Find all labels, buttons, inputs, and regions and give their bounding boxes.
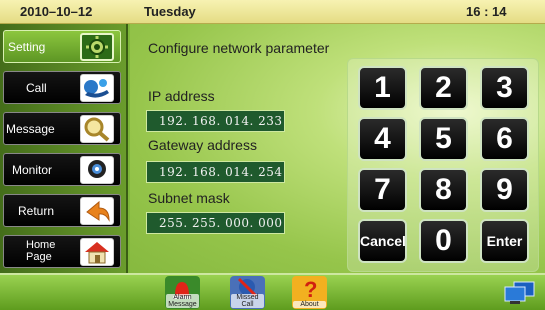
bottom-bar: Alarm Message Missed Call ? About (0, 273, 545, 310)
home-icon (80, 238, 114, 266)
sidebar-item-label: Message (6, 122, 55, 136)
key-0[interactable]: 0 (419, 219, 468, 263)
key-6[interactable]: 6 (480, 117, 529, 161)
network-config-panel: Configure network parameter IP address 1… (130, 24, 545, 273)
sidebar-item-home-page[interactable]: Home Page (3, 235, 121, 268)
return-icon (80, 197, 114, 225)
svg-text:?: ? (304, 277, 317, 302)
missed-call-button[interactable]: Missed Call (230, 276, 265, 309)
about-button[interactable]: ? About (292, 276, 327, 309)
keypad: 1 2 3 4 5 6 7 8 9 Cancel 0 Enter (347, 58, 539, 272)
ip-address-label: IP address (148, 88, 215, 104)
status-bar: 2010–10–12 Tuesday 16 : 14 (0, 0, 545, 24)
alarm-message-button[interactable]: Alarm Message (165, 276, 200, 309)
about-icon: ? (304, 277, 317, 302)
cancel-button[interactable]: Cancel (358, 219, 407, 263)
sidebar-item-label: Monitor (12, 163, 53, 177)
key-1[interactable]: 1 (358, 66, 407, 110)
time-display: 16 : 14 (466, 4, 507, 19)
sidebar: Setting Call Message Monitor Return Home… (0, 24, 128, 273)
key-4[interactable]: 4 (358, 117, 407, 161)
key-9[interactable]: 9 (480, 168, 529, 212)
message-icon (80, 115, 114, 143)
sidebar-item-label: Call (26, 81, 47, 95)
ip-address-field[interactable]: 192. 168. 014. 233 (146, 110, 285, 132)
alarm-message-label: Alarm Message (166, 294, 199, 308)
page-title: Configure network parameter (148, 40, 330, 56)
subnet-mask-label: Subnet mask (148, 190, 230, 206)
subnet-mask-field[interactable]: 255. 255. 000. 000 (146, 212, 285, 234)
about-label: About (293, 301, 326, 308)
day-display: Tuesday (144, 4, 196, 19)
sidebar-item-message[interactable]: Message (3, 112, 121, 145)
gateway-address-label: Gateway address (148, 137, 257, 153)
key-3[interactable]: 3 (480, 66, 529, 110)
setting-icon (80, 33, 114, 61)
date-display: 2010–10–12 (20, 4, 93, 19)
key-7[interactable]: 7 (358, 168, 407, 212)
missed-call-label: Missed Call (231, 294, 264, 308)
call-icon (80, 74, 114, 102)
key-8[interactable]: 8 (419, 168, 468, 212)
sidebar-item-label: Setting (8, 40, 46, 54)
network-icon (502, 279, 538, 307)
gateway-address-field[interactable]: 192. 168. 014. 254 (146, 161, 285, 183)
sidebar-item-monitor[interactable]: Monitor (3, 153, 121, 186)
sidebar-item-label: Home Page (26, 239, 56, 263)
sidebar-item-setting[interactable]: Setting (3, 30, 121, 63)
sidebar-item-label: Return (18, 204, 55, 218)
sidebar-item-call[interactable]: Call (3, 71, 121, 104)
enter-button[interactable]: Enter (480, 219, 529, 263)
monitor-icon (80, 156, 114, 184)
key-5[interactable]: 5 (419, 117, 468, 161)
key-2[interactable]: 2 (419, 66, 468, 110)
sidebar-item-return[interactable]: Return (3, 194, 121, 227)
